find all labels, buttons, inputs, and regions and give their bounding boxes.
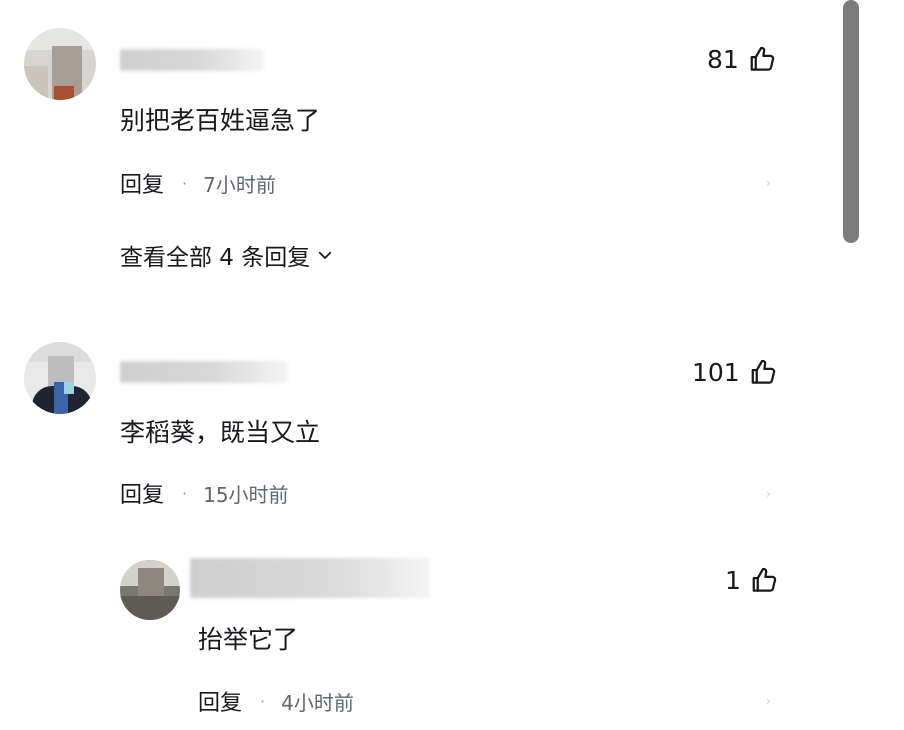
reply-button[interactable]: 回复: [120, 477, 164, 509]
like-button[interactable]: 81: [707, 44, 777, 74]
timestamp: 7小时前: [203, 172, 276, 197]
comment-meta: 回复 · 7小时前: [120, 167, 276, 199]
username[interactable]: [190, 558, 430, 598]
comment-section: 81 别把老百姓逼急了 回复 · 7小时前 › 查看全部 4 条回复 101 李…: [0, 0, 904, 730]
timestamp: 15小时前: [203, 482, 289, 507]
comment-text: 抬举它了: [198, 625, 299, 654]
chevron-right-icon[interactable]: ›: [766, 487, 771, 501]
avatar[interactable]: [24, 342, 96, 414]
like-button[interactable]: 1: [725, 565, 779, 595]
view-all-replies-button[interactable]: 查看全部 4 条回复: [120, 238, 334, 272]
view-all-replies-label: 查看全部 4 条回复: [120, 245, 311, 271]
chevron-down-icon: [319, 251, 332, 259]
avatar[interactable]: [120, 560, 180, 620]
timestamp: 4小时前: [281, 690, 354, 715]
separator-dot: ·: [260, 691, 266, 711]
thumbs-up-icon: [751, 359, 775, 384]
comment-text: 别把老百姓逼急了: [120, 106, 321, 135]
separator-dot: ·: [182, 173, 188, 193]
username[interactable]: [120, 49, 264, 71]
reply-button[interactable]: 回复: [198, 685, 242, 717]
reply-button[interactable]: 回复: [120, 167, 164, 199]
like-count: 1: [725, 565, 741, 595]
avatar[interactable]: [24, 28, 96, 100]
like-count: 81: [707, 44, 739, 74]
like-count: 101: [692, 357, 740, 387]
chevron-right-icon[interactable]: ›: [766, 176, 771, 190]
comment-text: 李稻葵，既当又立: [120, 418, 321, 447]
thumbs-up-icon: [752, 567, 777, 592]
comment-meta: 回复 · 4小时前: [198, 685, 354, 717]
separator-dot: ·: [182, 483, 188, 503]
username[interactable]: [120, 361, 288, 383]
scrollbar-thumb[interactable]: [843, 0, 859, 243]
comment-meta: 回复 · 15小时前: [120, 477, 289, 509]
like-button[interactable]: 101: [692, 357, 778, 387]
thumbs-up-icon: [750, 46, 774, 71]
chevron-right-icon[interactable]: ›: [766, 694, 771, 708]
